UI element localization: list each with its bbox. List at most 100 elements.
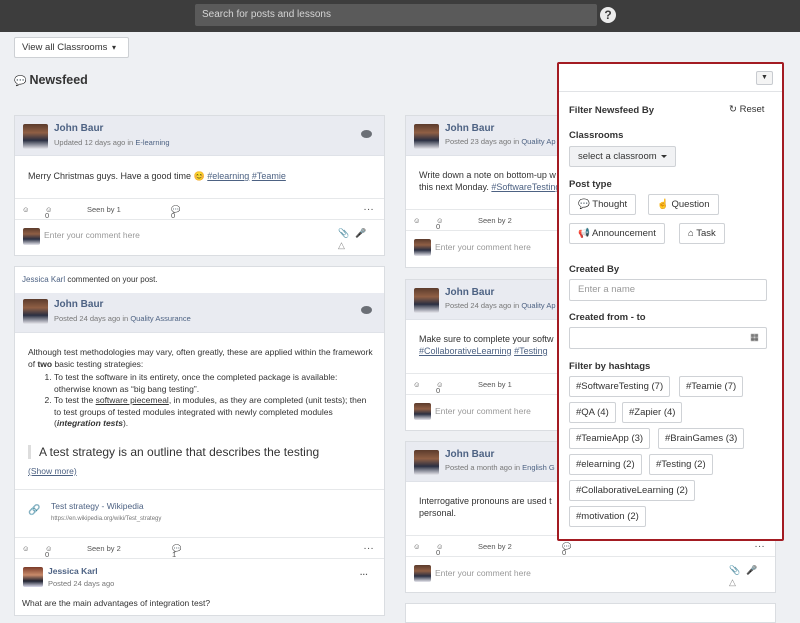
post-text: Interrogative pronouns are used t [419, 496, 552, 506]
comment-count[interactable]: 0 💬 [171, 205, 180, 220]
avatar[interactable] [414, 450, 439, 475]
comment-input[interactable]: Enter your comment here [435, 242, 531, 252]
hashtag-button[interactable]: #SoftwareTesting (7) [569, 376, 671, 397]
seen-count[interactable]: Seen by 1 [87, 205, 121, 214]
comment-input[interactable]: Enter your comment here [435, 568, 531, 578]
classroom-select[interactable]: select a classroom [569, 146, 676, 167]
hashtag-button[interactable]: #Zapier (4) [622, 402, 683, 423]
smile-icon[interactable]: ☺ [22, 544, 30, 553]
smile-icon[interactable]: ☺ [22, 205, 30, 214]
avatar [414, 565, 431, 582]
hashtag-link[interactable]: #SoftwareTesting [491, 182, 560, 192]
avatar[interactable] [23, 567, 43, 587]
more-options-icon[interactable]: ··· [364, 205, 375, 214]
question-button[interactable]: ☝ Question [648, 194, 719, 215]
hashtag-link[interactable]: #CollaborativeLearning [419, 346, 512, 356]
hashtag-button[interactable]: #Teamie (7) [679, 376, 744, 397]
comment-author[interactable]: Jessica Karl [48, 566, 98, 576]
show-more-link[interactable]: (Show more) [28, 466, 77, 476]
drive-icon[interactable]: △ [729, 577, 736, 588]
hashtag-button[interactable]: #Testing (2) [649, 454, 713, 475]
hashtag-button[interactable]: #BrainGames (3) [658, 428, 745, 449]
hashtag-button[interactable]: #CollaborativeLearning (2) [569, 480, 695, 501]
like-count[interactable]: 0 ☺ [436, 380, 444, 395]
classroom-link[interactable]: Quality Ap [521, 301, 555, 310]
post-time: Posted a month ago in [445, 463, 523, 472]
classroom-link[interactable]: Quality Ap [521, 137, 555, 146]
microphone-icon[interactable]: 🎤 [746, 565, 757, 576]
post-author[interactable]: John Baur [54, 299, 103, 310]
task-label: Task [696, 228, 716, 239]
created-by-input[interactable]: Enter a name [569, 279, 767, 301]
classroom-dropdown[interactable]: View all Classrooms ▾ [14, 37, 129, 58]
classroom-link[interactable]: English G [522, 463, 555, 472]
comment-icon[interactable] [361, 130, 372, 138]
attachment-icon[interactable]: 📎 [338, 228, 349, 239]
seen-count[interactable]: Seen by 2 [478, 542, 512, 551]
hashtag-button[interactable]: #QA (4) [569, 402, 616, 423]
comment-input[interactable]: Enter your comment here [435, 406, 531, 416]
post-body: Merry Christmas guys. Have a good time 😊… [28, 170, 286, 182]
task-button[interactable]: ⌂ Task [679, 223, 725, 244]
seen-count[interactable]: Seen by 2 [87, 544, 121, 553]
hashtag-link[interactable]: #Testing [514, 346, 548, 356]
post-author[interactable]: John Baur [445, 449, 494, 460]
more-options-icon[interactable]: ··· [360, 570, 368, 579]
post-type-label: Post type [569, 179, 612, 190]
attachment-icon[interactable]: 📎 [729, 565, 740, 576]
comment-icon[interactable] [361, 306, 372, 314]
classrooms-label: Classrooms [569, 130, 624, 141]
seen-count[interactable]: Seen by 2 [478, 216, 512, 225]
link-preview[interactable]: 🔗 Test strategy - Wikipedia https://en.w… [15, 489, 384, 535]
link[interactable]: software piecemeal [96, 395, 169, 405]
smile-icon[interactable]: ☺ [413, 380, 421, 389]
avatar[interactable] [414, 288, 439, 313]
hashtag-link[interactable]: #elearning [207, 171, 249, 181]
microphone-icon[interactable]: 🎤 [355, 228, 366, 239]
post-text: Merry Christmas guys. Have a good time 😊 [28, 171, 208, 181]
post-author[interactable]: John Baur [445, 287, 494, 298]
reset-button[interactable]: ↻ Reset [729, 104, 764, 115]
hashtag-button[interactable]: #TeamieApp (3) [569, 428, 651, 449]
hashtag-button[interactable]: #motivation (2) [569, 506, 646, 527]
avatar[interactable] [414, 124, 439, 149]
like-count[interactable]: 0 ☺ [45, 544, 53, 559]
link-title[interactable]: Test strategy - Wikipedia [51, 501, 144, 511]
more-options-icon[interactable]: ··· [755, 542, 766, 551]
comment-count[interactable]: 0 💬 [562, 542, 571, 557]
divider [559, 91, 782, 92]
search-input[interactable]: Search for posts and lessons [195, 4, 597, 26]
page-title: 💬 Newsfeed [14, 73, 88, 87]
smile-icon[interactable]: ☺ [413, 542, 421, 551]
more-options-icon[interactable]: ··· [364, 544, 375, 553]
like-count[interactable]: 0 ☺ [436, 216, 444, 231]
calendar-icon[interactable]: ▦ [750, 328, 759, 348]
post-time: Posted 24 days ago in [445, 301, 522, 310]
smile-icon[interactable]: ☺ [413, 216, 421, 225]
avatar[interactable] [23, 124, 48, 149]
notification-user[interactable]: Jessica Karl [22, 275, 65, 284]
seen-count[interactable]: Seen by 1 [478, 380, 512, 389]
date-range-input[interactable]: ▦ [569, 327, 767, 349]
post-card [405, 603, 776, 623]
announcement-button[interactable]: 📢 Announcement [569, 223, 665, 244]
blockquote: A test strategy is an outline that descr… [28, 445, 319, 459]
post-author[interactable]: John Baur [445, 123, 494, 134]
like-count[interactable]: 0 ☺ [436, 542, 444, 557]
comment-count[interactable]: 1 💬 [172, 544, 181, 559]
like-count[interactable]: 0 ☺ [45, 205, 53, 220]
help-icon[interactable]: ? [600, 7, 616, 23]
refresh-icon: ↻ [729, 104, 740, 115]
comment-input[interactable]: Enter your comment here [44, 230, 140, 240]
drive-icon[interactable]: △ [338, 240, 345, 251]
hashtag-button[interactable]: #elearning (2) [569, 454, 642, 475]
comment-text: What are the main advantages of integrat… [22, 598, 211, 608]
thought-button[interactable]: 💬 Thought [569, 194, 637, 215]
post-text: basic testing strategies: [52, 358, 144, 369]
classroom-link[interactable]: Quality Assurance [130, 314, 190, 323]
avatar[interactable] [23, 299, 48, 324]
hashtag-link[interactable]: #Teamie [252, 171, 286, 181]
classroom-link[interactable]: E-learning [135, 138, 169, 147]
filter-icon[interactable]: ▼ [756, 71, 773, 85]
post-author[interactable]: John Baur [54, 123, 103, 134]
